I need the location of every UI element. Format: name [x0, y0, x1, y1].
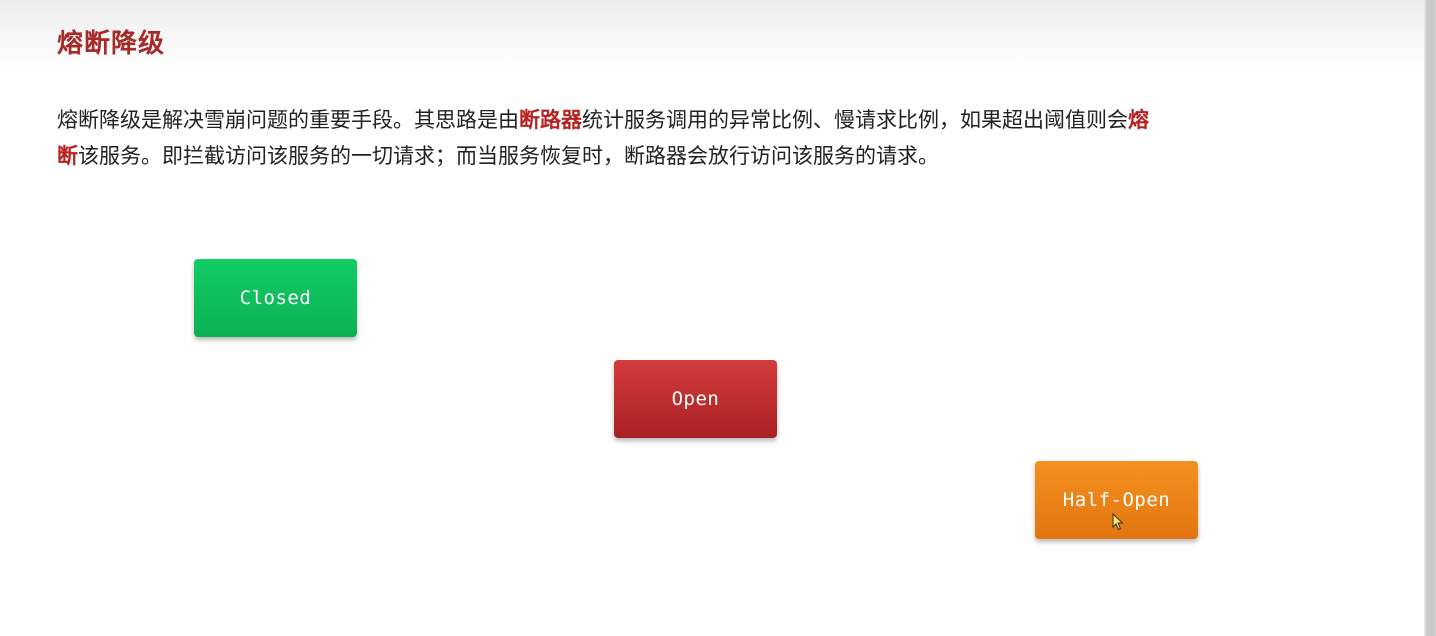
- state-half-open-label: Half-Open: [1062, 489, 1171, 511]
- state-closed-box: Closed: [194, 259, 357, 337]
- highlight-fuse-part2: 断: [57, 144, 78, 168]
- highlight-circuit-breaker: 断路器: [519, 108, 582, 132]
- highlight-fuse-part1: 熔: [1128, 108, 1149, 132]
- scrollbar-track[interactable]: [1426, 0, 1434, 636]
- state-open-box: Open: [614, 360, 777, 438]
- description-paragraph: 熔断降级是解决雪崩问题的重要手段。其思路是由断路器统计服务调用的异常比例、慢请求…: [57, 102, 1337, 174]
- paragraph-line-2: 断该服务。即拦截访问该服务的一切请求；而当服务恢复时，断路器会放行访问该服务的请…: [57, 138, 1337, 174]
- mouse-cursor-icon: [1112, 513, 1124, 531]
- header-band: [0, 0, 1436, 70]
- slide: 熔断降级 熔断降级是解决雪崩问题的重要手段。其思路是由断路器统计服务调用的异常比…: [0, 0, 1436, 636]
- window-right-edge: [1424, 0, 1436, 636]
- state-open-label: Open: [671, 388, 720, 410]
- paragraph-line-1: 熔断降级是解决雪崩问题的重要手段。其思路是由断路器统计服务调用的异常比例、慢请求…: [57, 102, 1337, 138]
- text-segment: 该服务。即拦截访问该服务的一切请求；而当服务恢复时，断路器会放行访问该服务的请求…: [78, 144, 939, 168]
- text-segment: 统计服务调用的异常比例、慢请求比例，如果超出阈值则会: [582, 108, 1128, 132]
- state-closed-label: Closed: [239, 287, 312, 309]
- slide-title: 熔断降级: [57, 29, 166, 59]
- text-segment: 熔断降级是解决雪崩问题的重要手段。其思路是由: [57, 108, 519, 132]
